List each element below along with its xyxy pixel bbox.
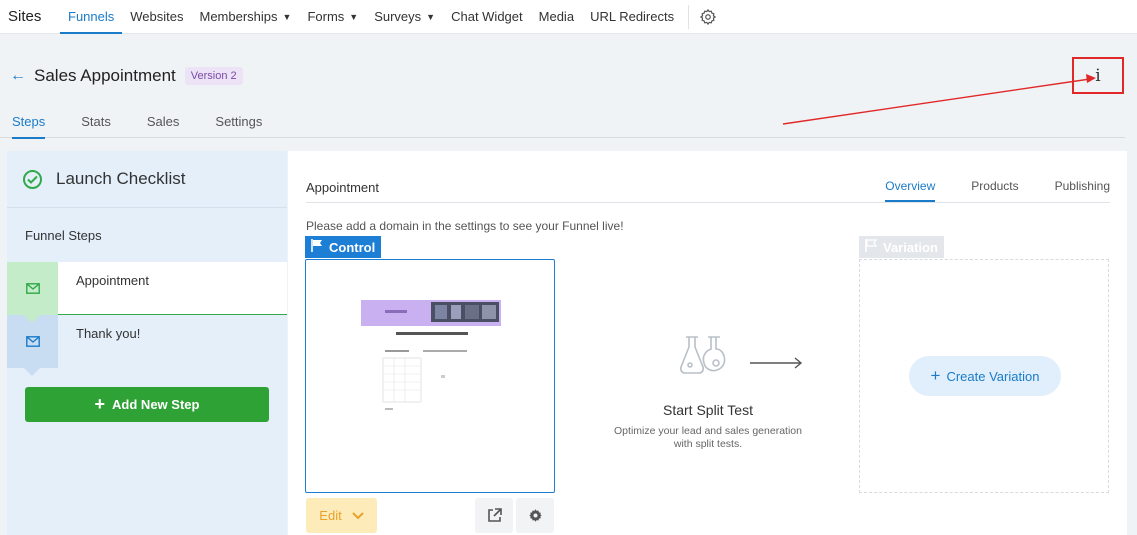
nav-chat-widget[interactable]: Chat Widget: [443, 1, 531, 33]
nav-surveys-label: Surveys: [374, 9, 422, 24]
version-badge: Version 2: [184, 67, 243, 85]
step-appointment[interactable]: Appointment: [7, 262, 287, 323]
funnel-steps-sidebar: Launch Checklist Funnel Steps Appointmen…: [7, 151, 287, 535]
nav-url-redirects[interactable]: URL Redirects: [582, 1, 682, 33]
nav-media-label: Media: [538, 9, 575, 24]
create-variation-button[interactable]: + Create Variation: [909, 356, 1061, 396]
edit-label: Edit: [319, 508, 342, 523]
tab-steps[interactable]: Steps: [0, 110, 57, 139]
tab-settings[interactable]: Settings: [191, 110, 274, 138]
tab-overview[interactable]: Overview: [885, 171, 936, 202]
flag-icon: [865, 239, 878, 255]
nav-forms[interactable]: Forms ▼: [299, 1, 366, 33]
nav-media[interactable]: Media: [531, 1, 582, 33]
arrow-left-icon[interactable]: ←: [10, 67, 26, 85]
page-thumbnail: [361, 300, 501, 410]
nav-websites-label: Websites: [130, 9, 184, 24]
add-new-step-button[interactable]: + Add New Step: [25, 387, 269, 422]
chevron-down-icon: ▼: [426, 11, 436, 22]
split-test-illustration: [679, 336, 803, 374]
chevron-down-icon: [351, 508, 364, 523]
control-label: Control: [329, 239, 376, 255]
step-detail-panel: Appointment Overview Products Publishing…: [288, 151, 1127, 535]
nav-chat-widget-label: Chat Widget: [451, 9, 523, 24]
nav-url-redirects-label: URL Redirects: [590, 9, 675, 24]
nav-funnels-label: Funnels: [68, 9, 115, 24]
variation-label: Variation: [883, 239, 938, 255]
plus-icon: +: [94, 394, 106, 414]
info-icon: i: [1095, 65, 1101, 86]
open-external-button[interactable]: [475, 498, 513, 533]
info-button[interactable]: i: [1072, 57, 1124, 94]
nav-surveys[interactable]: Surveys ▼: [366, 1, 443, 33]
plus-icon: +: [930, 366, 941, 385]
edit-button[interactable]: Edit: [306, 498, 377, 533]
top-navigation: Sites Funnels Websites Memberships ▼ Form…: [0, 0, 1137, 34]
gear-icon: [528, 509, 542, 522]
domain-notice: Please add a domain in the settings to s…: [306, 219, 624, 233]
tab-stats[interactable]: Stats: [57, 110, 123, 138]
tab-sales[interactable]: Sales: [123, 110, 192, 138]
launch-checklist-label: Launch Checklist: [56, 169, 186, 188]
flag-icon: [311, 239, 323, 255]
variation-placeholder: + Create Variation: [859, 259, 1109, 493]
nav-forms-label: Forms: [307, 9, 345, 24]
step-header: Appointment Overview Products Publishing: [306, 173, 1110, 203]
funnel-steps-heading: Funnel Steps: [25, 227, 102, 243]
split-test-title: Start Split Test: [662, 402, 753, 418]
control-page-preview[interactable]: [305, 259, 555, 493]
create-variation-label: Create Variation: [946, 368, 1040, 384]
step-label: Appointment: [76, 273, 149, 288]
nav-memberships[interactable]: Memberships ▼: [191, 1, 299, 33]
nav-memberships-label: Memberships: [199, 9, 278, 24]
external-link-icon: [487, 508, 502, 522]
step-settings-button[interactable]: [516, 498, 554, 533]
step-label: Thank you!: [76, 326, 141, 341]
control-tag: Control: [305, 236, 382, 258]
step-tabs: Overview Products Publishing: [849, 173, 1110, 203]
check-circle-icon: [23, 169, 42, 189]
variation-tag: Variation: [859, 236, 944, 258]
flask-icon: [679, 336, 726, 374]
nav-funnels[interactable]: Funnels: [60, 1, 123, 34]
step-name: Appointment: [306, 180, 379, 195]
page-header: ← Sales Appointment Version 2: [10, 66, 243, 86]
funnel-subtabs: Steps Stats Sales Settings: [0, 110, 1125, 139]
brand-title: Sites: [8, 8, 42, 25]
page-title: Sales Appointment: [34, 66, 176, 85]
step-thank-you[interactable]: Thank you!: [7, 315, 287, 376]
nav-divider: [688, 4, 690, 29]
gear-icon[interactable]: [697, 6, 719, 28]
mail-icon: [7, 262, 58, 323]
split-test-description: Optimize your lead and sales generation …: [614, 425, 802, 450]
chevron-down-icon: ▼: [282, 11, 292, 22]
add-new-step-label: Add New Step: [112, 397, 200, 412]
chevron-down-icon: ▼: [349, 11, 359, 22]
nav-websites[interactable]: Websites: [122, 1, 191, 33]
tab-products[interactable]: Products: [971, 171, 1018, 201]
tab-publishing[interactable]: Publishing: [1055, 171, 1110, 201]
launch-checklist[interactable]: Launch Checklist: [7, 151, 287, 208]
